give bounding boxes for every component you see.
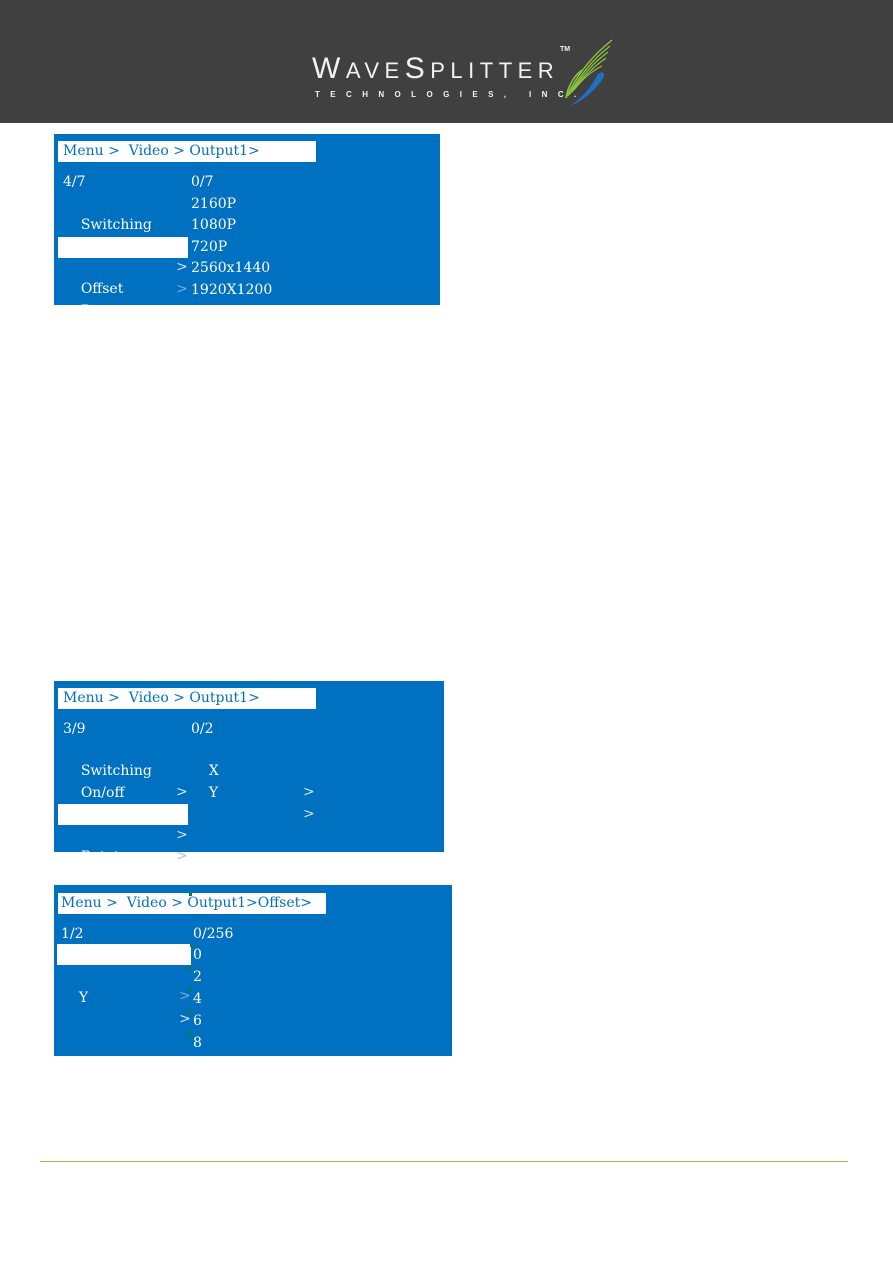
menu-item-label: Rotate bbox=[80, 849, 128, 865]
wavesplitter-logo: WAVESPLITTER TM TECHNOLOGIES, INC. bbox=[312, 36, 613, 116]
menu-screen-offset: Menu > Video > Output1> 3/9 0/2 Switchin… bbox=[54, 681, 444, 886]
logo-letter-s: S bbox=[404, 52, 431, 85]
menu-item-switching[interactable]: Switching > bbox=[58, 740, 188, 800]
menu-item-on-off[interactable]: On/off > bbox=[58, 762, 188, 822]
option-value-6[interactable]: 6 bbox=[193, 1011, 202, 1032]
breadcrumb: Menu > Video > Output1> bbox=[58, 141, 316, 162]
menu-item-rotate[interactable]: Rotate > bbox=[58, 826, 188, 886]
menu-item-resolution[interactable]: Resolution > bbox=[58, 783, 188, 843]
cursor-marker bbox=[188, 1032, 191, 1035]
option-value-2[interactable]: 2 bbox=[193, 967, 202, 988]
fiber-swoosh-icon bbox=[565, 39, 613, 106]
chevron-right-icon: > bbox=[176, 848, 188, 864]
option-y[interactable]: Y > bbox=[191, 762, 316, 822]
option-720p[interactable]: 720P bbox=[191, 237, 227, 258]
option-label: Y bbox=[208, 785, 219, 801]
logo-letters-ave: AVE bbox=[345, 58, 405, 83]
right-counter: 0/256 bbox=[193, 926, 234, 942]
right-counter: 0/7 bbox=[191, 174, 214, 190]
option-value-8[interactable]: 8 bbox=[193, 1033, 202, 1054]
breadcrumb: Menu > Video > Output1> bbox=[58, 688, 316, 709]
cursor-marker bbox=[188, 1010, 191, 1013]
option-2560x1440[interactable]: 2560x1440 bbox=[191, 258, 270, 279]
option-1080p[interactable]: 1080P bbox=[191, 215, 236, 236]
menu-item-switching[interactable]: Switching > bbox=[58, 194, 188, 254]
menu-item-label: Y bbox=[78, 990, 89, 1006]
menu-item-y[interactable]: Y > bbox=[57, 967, 191, 1027]
page-header: WAVESPLITTER TM TECHNOLOGIES, INC. bbox=[0, 0, 893, 123]
option-value-0[interactable]: 0 bbox=[193, 945, 202, 966]
menu-screen-resolution: Menu > Video > Output1> 4/7 0/7 Switchin… bbox=[54, 134, 440, 340]
cursor-marker bbox=[189, 893, 192, 896]
option-1920x1200[interactable]: 1920X1200 bbox=[191, 280, 272, 301]
menu-item-label: Rotate bbox=[80, 303, 128, 319]
option-2160p[interactable]: 2160P bbox=[191, 194, 236, 215]
cursor-marker bbox=[189, 966, 192, 969]
cursor-marker bbox=[190, 944, 193, 947]
chevron-right-icon: > bbox=[176, 302, 188, 318]
logo-letter-w: W bbox=[312, 52, 346, 85]
cursor-marker bbox=[189, 988, 192, 991]
menu-item-offset[interactable]: Offset > bbox=[58, 258, 188, 318]
logo-letters-plitter: PLITTER bbox=[430, 58, 560, 83]
chevron-right-icon: > bbox=[176, 324, 188, 340]
menu-item-on-off[interactable]: On/off > bbox=[58, 215, 188, 275]
chevron-right-icon: > bbox=[303, 784, 315, 800]
logo-subtitle: TECHNOLOGIES, INC. bbox=[315, 90, 587, 99]
left-counter: 3/9 bbox=[63, 721, 86, 737]
menu-item-rotate[interactable]: Rotate > bbox=[58, 280, 188, 340]
right-counter: 0/2 bbox=[191, 721, 214, 737]
footer-divider bbox=[40, 1161, 848, 1162]
breadcrumb: Menu > Video > Output1>Offset> bbox=[58, 893, 326, 914]
menu-screen-offset-x: Menu > Video > Output1>Offset> 1/2 0/256… bbox=[54, 885, 452, 1056]
option-value-4[interactable]: 4 bbox=[193, 989, 202, 1010]
left-counter: 4/7 bbox=[63, 174, 86, 190]
logo-wordmark: WAVESPLITTER bbox=[312, 52, 559, 86]
menu-item-x[interactable]: X > bbox=[57, 944, 191, 1004]
left-counter: 1/2 bbox=[61, 926, 84, 942]
menu-item-resolution[interactable]: Resolution > bbox=[58, 237, 188, 297]
menu-item-offset[interactable]: Offset > bbox=[58, 804, 188, 864]
option-x[interactable]: X > bbox=[191, 740, 316, 800]
chevron-right-icon: > bbox=[303, 806, 315, 822]
